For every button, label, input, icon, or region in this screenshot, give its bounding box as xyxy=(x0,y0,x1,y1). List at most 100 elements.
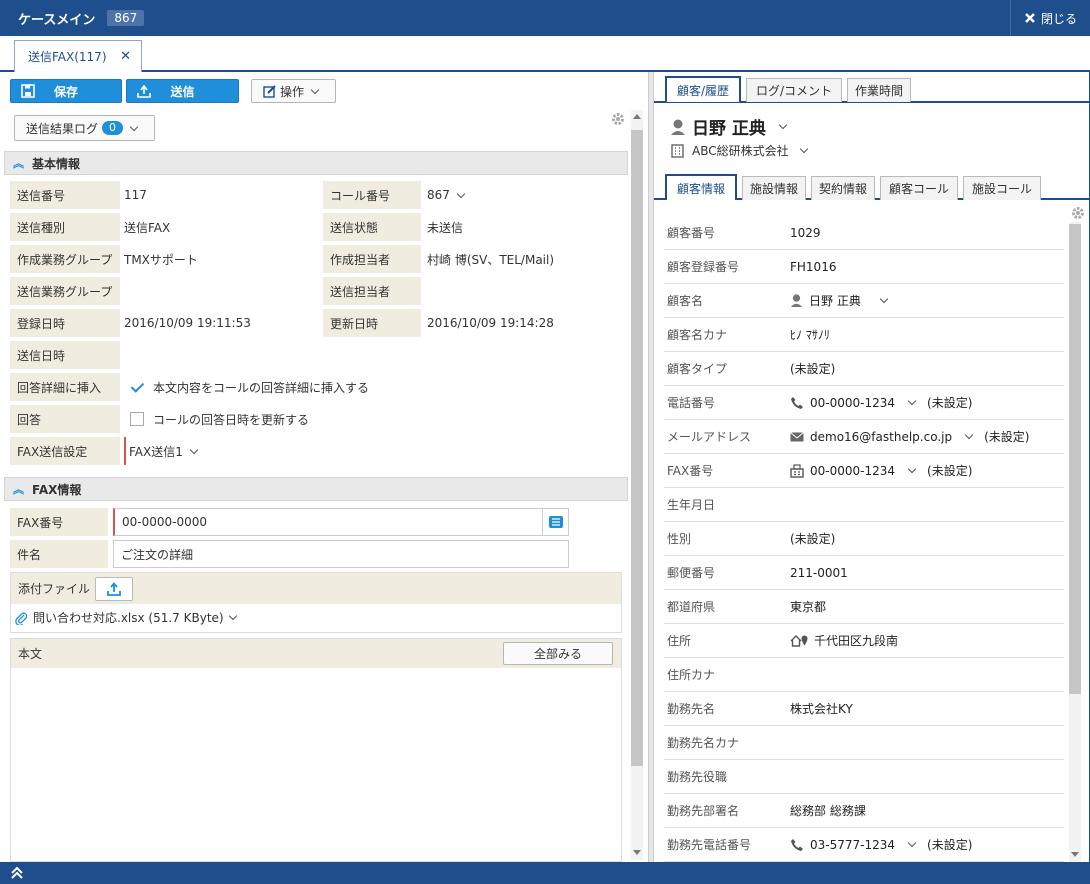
row-label: 勤務先役職 xyxy=(667,770,728,784)
right-scrollbar[interactable] xyxy=(1069,222,1081,862)
send-owner-label: 送信担当者 xyxy=(323,277,421,305)
row-label: 勤務先部署名 xyxy=(667,804,740,818)
gear-icon[interactable] xyxy=(1071,206,1085,220)
row-value: 株式会社KY xyxy=(790,702,853,716)
basic-info-header[interactable]: ︽ 基本情報 xyxy=(4,151,628,175)
answer-checkbox[interactable] xyxy=(130,412,144,426)
scroll-down-icon[interactable] xyxy=(1071,852,1079,857)
scroll-down-icon[interactable] xyxy=(633,850,641,855)
customer-row-type: 顧客タイプ (未設定) xyxy=(664,352,1064,386)
customer-row-birthday: 生年月日 xyxy=(664,488,1064,522)
fax-icon xyxy=(790,463,804,478)
tab-log-comment[interactable]: ログ/コメント xyxy=(746,78,842,102)
tab-customer-history[interactable]: 顧客/履歴 xyxy=(665,76,741,102)
body-textarea[interactable] xyxy=(11,668,621,861)
show-all-button[interactable]: 全部みる xyxy=(503,642,613,665)
document-tabstrip: 送信FAX(117) ✕ xyxy=(0,36,1090,72)
edit-icon xyxy=(263,85,276,98)
create-group-value: TMXサポート xyxy=(124,252,198,267)
phone-link[interactable]: 00-0000-1234 (未設定) xyxy=(790,394,972,411)
address-book-button[interactable] xyxy=(542,509,568,535)
fax-number-label: FAX番号 xyxy=(10,508,108,536)
send-button[interactable]: 送信 xyxy=(126,79,239,103)
customer-row-email: メールアドレス demo16@fasthelp.co.jp (未設定) xyxy=(664,420,1064,454)
tab-customer-call[interactable]: 顧客コール xyxy=(880,176,958,200)
row-label: 住所カナ xyxy=(667,668,716,682)
row-label: 顧客名 xyxy=(667,294,704,308)
customer-row-position: 勤務先役職 xyxy=(664,760,1064,794)
chevron-down-icon xyxy=(879,294,889,304)
tab-send-fax-label: 送信FAX(117) xyxy=(28,50,107,64)
attachment-file[interactable]: 問い合わせ対応.xlsx (51.7 KByte) xyxy=(15,609,242,626)
tab-close-icon[interactable]: ✕ xyxy=(120,49,131,64)
row-label: 顧客タイプ xyxy=(667,362,728,376)
chevron-down-icon xyxy=(129,122,139,131)
answer-checkbox-row[interactable]: コールの回答日時を更新する xyxy=(130,405,309,433)
customer-name-link[interactable]: 日野 正典 xyxy=(790,292,893,309)
fax-setting-label: FAX送信設定 xyxy=(10,437,120,465)
row-extra: (未設定) xyxy=(984,430,1030,444)
chevron-down-icon xyxy=(189,445,199,454)
call-no-dropdown[interactable]: 867 xyxy=(427,181,470,209)
row-value: 00-0000-1234 xyxy=(810,395,896,410)
collapse-icon: ︽ xyxy=(13,157,24,170)
customer-row-gender: 性別 (未設定) xyxy=(664,522,1064,556)
customer-name-header[interactable]: 日野 正典 xyxy=(670,114,792,139)
scroll-up-icon[interactable] xyxy=(633,114,641,119)
upload-button[interactable] xyxy=(95,576,134,601)
customer-pane: 顧客/履歴 ログ/コメント 作業時間 日野 正典 ABC総研株式会社 顧客情報 … xyxy=(654,72,1090,862)
customer-company-header[interactable]: ABC総研株式会社 xyxy=(671,142,813,159)
upload-icon xyxy=(107,581,121,596)
tab-facility-call[interactable]: 施設コール xyxy=(963,176,1041,200)
row-label: 顧客名カナ xyxy=(667,328,728,342)
answer-label: 回答 xyxy=(10,405,120,433)
tab-customer-info[interactable]: 顧客情報 xyxy=(665,174,737,200)
fax-info-header[interactable]: ︽ FAX情報 xyxy=(4,477,628,501)
tab-contract-info[interactable]: 契約情報 xyxy=(811,176,875,200)
subject-input[interactable]: ご注文の詳細 xyxy=(113,540,569,568)
insert-checkbox-row[interactable]: 本文内容をコールの回答詳細に挿入する xyxy=(130,373,369,401)
customer-row-address-kana: 住所カナ xyxy=(664,658,1064,692)
row-label: メールアドレス xyxy=(667,430,752,444)
chevron-down-icon xyxy=(907,396,917,406)
fax-link[interactable]: 00-0000-1234 (未設定) xyxy=(790,462,972,479)
close-button[interactable]: 閉じる xyxy=(1010,0,1090,36)
send-log-label: 送信結果ログ xyxy=(25,121,98,136)
row-value: demo16@fasthelp.co.jp xyxy=(810,429,953,444)
tab-work-time[interactable]: 作業時間 xyxy=(847,78,911,102)
row-extra: (未設定) xyxy=(927,396,973,410)
row-value: 1029 xyxy=(790,225,821,240)
email-link[interactable]: demo16@fasthelp.co.jp (未設定) xyxy=(790,428,1029,445)
double-chevron-up-icon[interactable] xyxy=(10,866,24,880)
row-value: 総務部 総務課 xyxy=(790,804,866,818)
send-icon xyxy=(137,84,151,98)
send-status-label: 送信状態 xyxy=(323,213,421,241)
tab-customer-info-label: 顧客情報 xyxy=(676,181,725,196)
insert-checkbox[interactable] xyxy=(130,380,144,394)
customer-row-prefecture: 都道府県 東京都 xyxy=(664,590,1064,624)
tab-send-fax[interactable]: 送信FAX(117) ✕ xyxy=(14,40,142,72)
fax-number-input[interactable]: 00-0000-0000 xyxy=(113,508,569,536)
row-value: 千代田区九段南 xyxy=(814,634,899,648)
fax-setting-dropdown[interactable]: FAX送信1 xyxy=(124,437,203,465)
customer-row-address: 住所 千代田区九段南 xyxy=(664,624,1064,658)
sent-at-label: 送信日時 xyxy=(10,341,120,369)
create-owner-label: 作成担当者 xyxy=(323,245,421,273)
gear-icon[interactable] xyxy=(611,112,625,126)
operation-dropdown[interactable]: 操作 xyxy=(251,79,336,103)
save-button[interactable]: 保存 xyxy=(10,79,122,103)
send-log-dropdown[interactable]: 送信結果ログ 0 xyxy=(14,115,155,141)
answer-text: コールの回答日時を更新する xyxy=(153,412,310,427)
mail-icon xyxy=(790,431,804,441)
operation-label: 操作 xyxy=(279,84,304,99)
customer-row-number: 顧客番号 1029 xyxy=(664,216,1064,250)
tab-facility-info[interactable]: 施設情報 xyxy=(742,176,806,200)
right-scroll-thumb[interactable] xyxy=(1069,224,1081,694)
address-link[interactable]: 千代田区九段南 xyxy=(790,632,898,649)
left-scrollbar[interactable] xyxy=(631,110,643,860)
left-scroll-thumb[interactable] xyxy=(631,130,643,766)
work-phone-link[interactable]: 03-5777-1234 (未設定) xyxy=(790,836,972,853)
fax-form-pane: 保存 送信 操作 送信結果ログ 0 ︽ 基本情報 送信番号 117 コール番号 … xyxy=(0,72,648,862)
call-no-label: コール番号 xyxy=(323,181,421,209)
row-label: 顧客登録番号 xyxy=(667,260,740,274)
